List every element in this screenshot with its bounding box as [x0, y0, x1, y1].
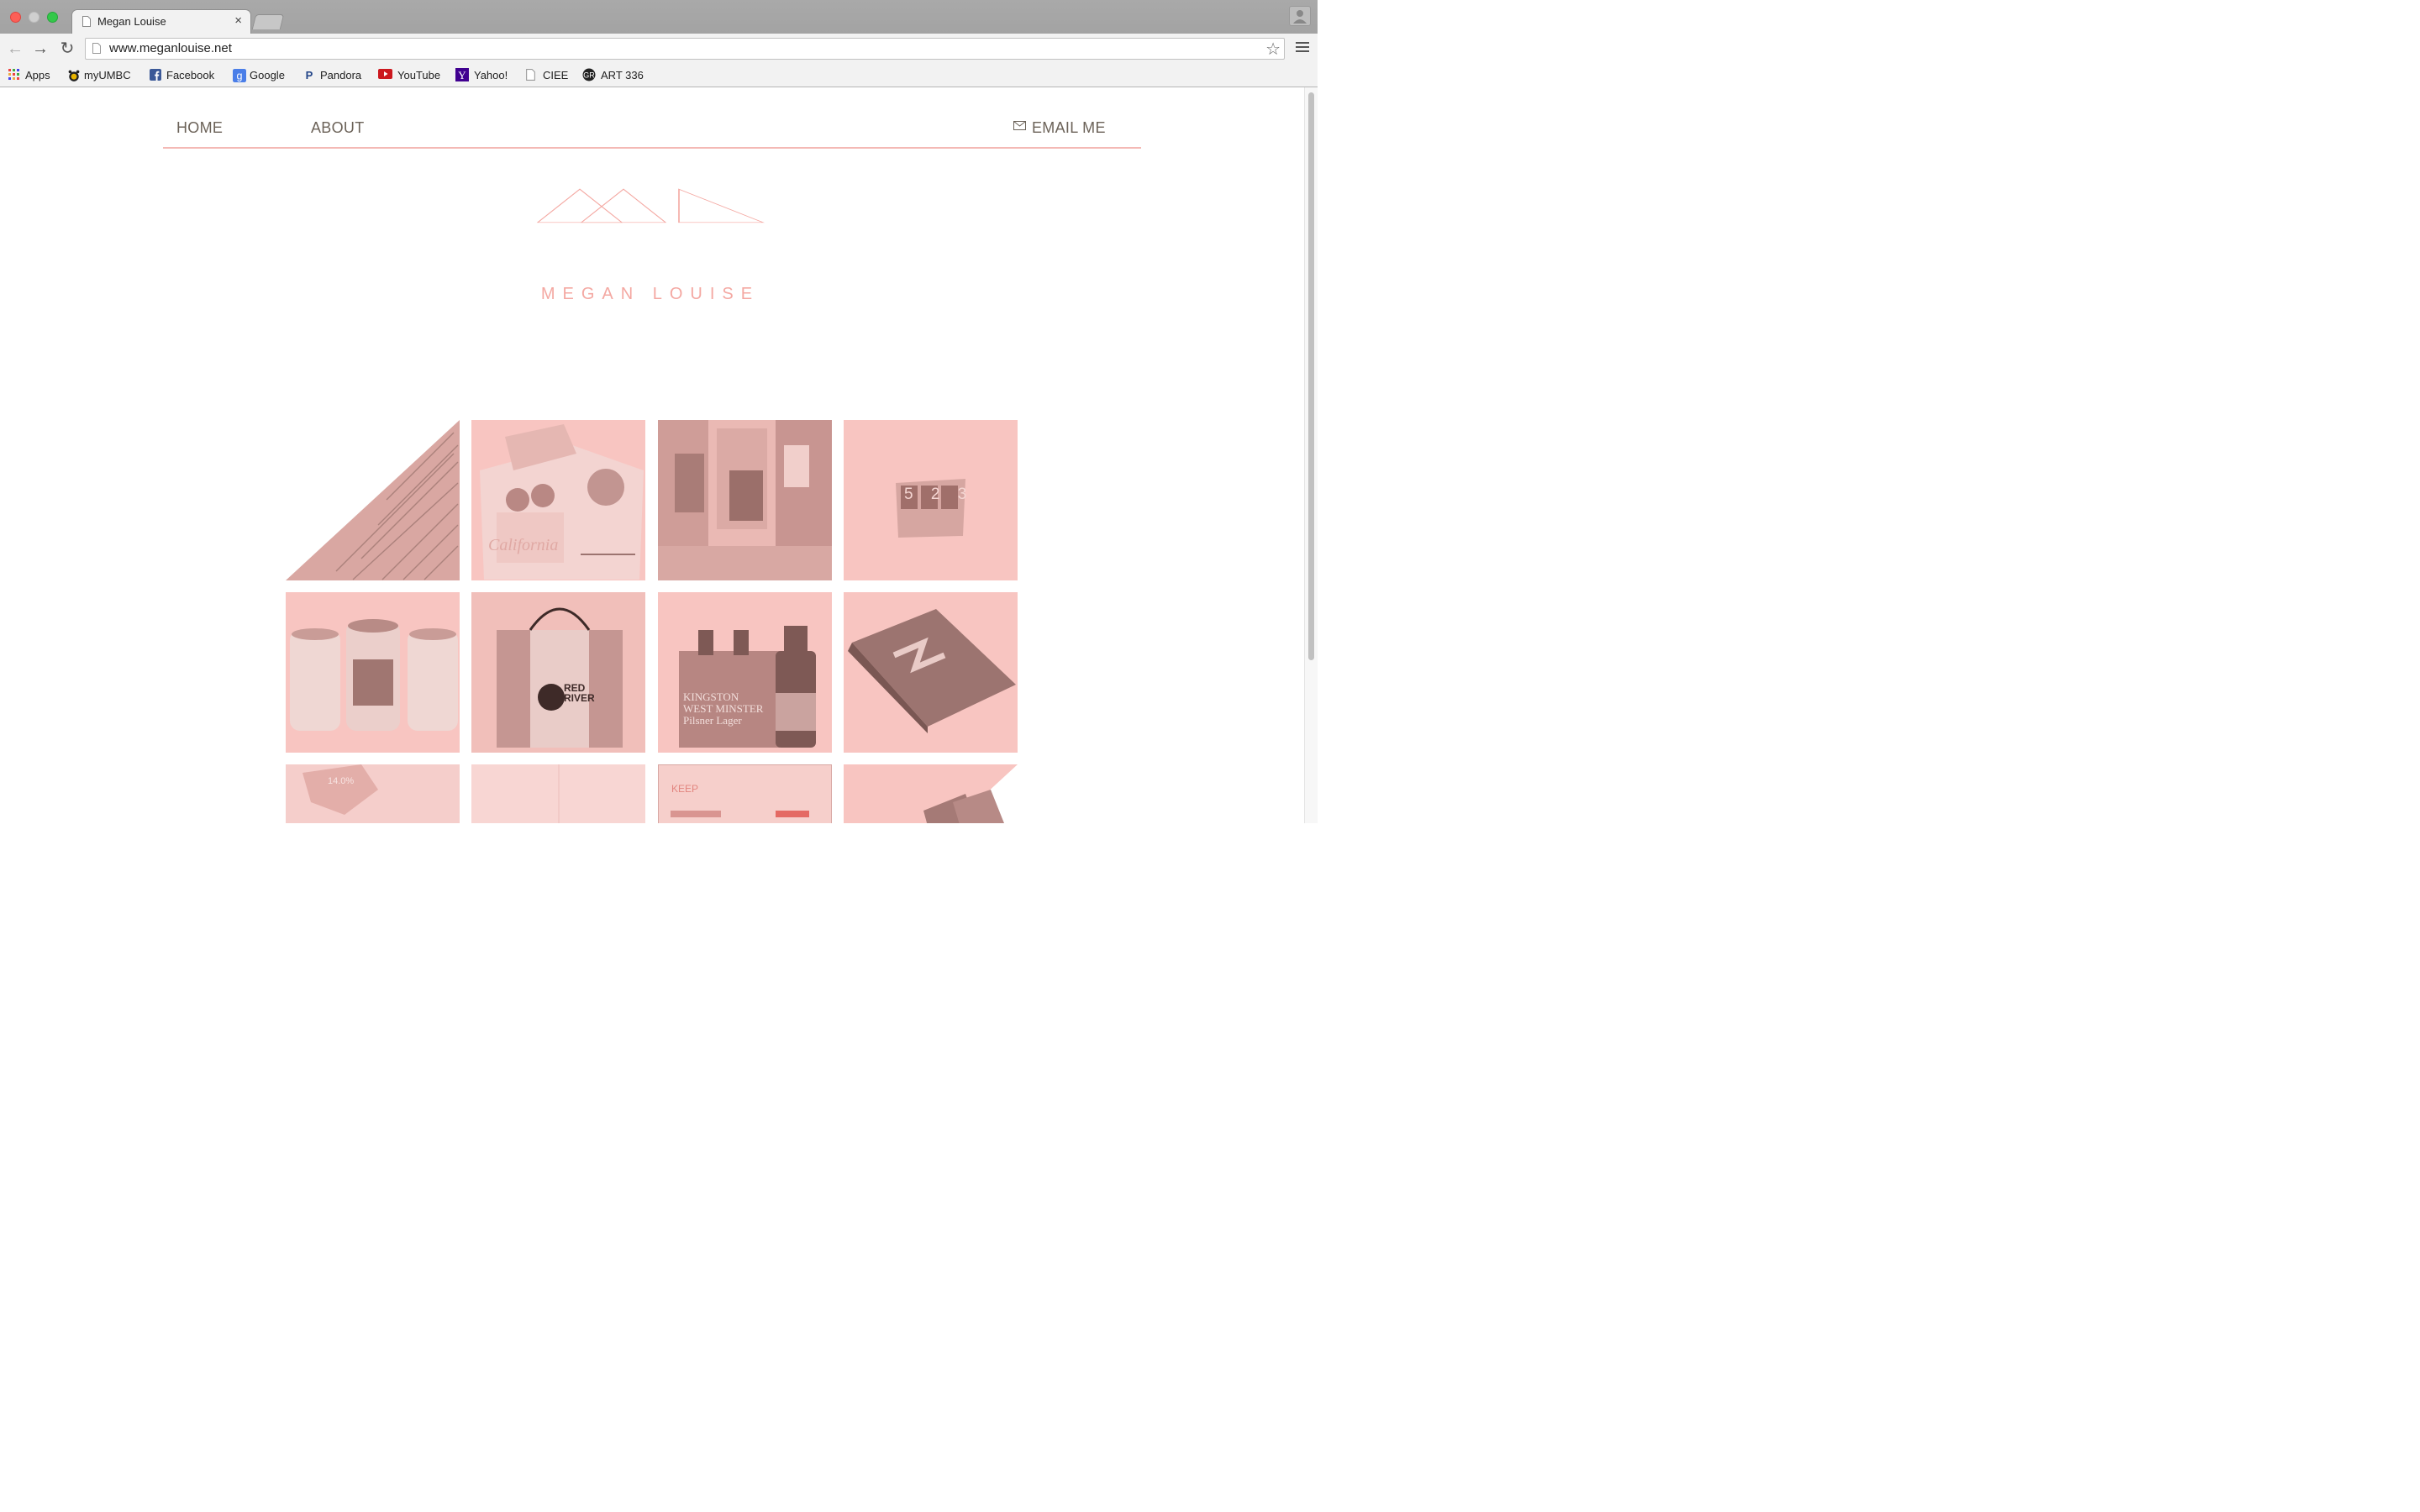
bookmark-label: Pandora [320, 68, 362, 81]
tile-label: California [488, 536, 559, 554]
nav-home-link[interactable]: HOME [176, 119, 223, 137]
nav-email-link[interactable]: EMAIL ME [1013, 119, 1106, 137]
tab-title: Megan Louise [97, 15, 166, 28]
bookmark-label: ART 336 [601, 68, 644, 81]
bookmark-label: Apps [25, 68, 50, 81]
tab-megan-louise[interactable]: Megan Louise × [72, 10, 250, 34]
apps-grid-icon [8, 69, 20, 81]
bookmark-myumbc[interactable]: myUMBC [67, 67, 131, 82]
bookmark-label: YouTube [397, 68, 441, 81]
bookmark-ciee[interactable]: CIEE [526, 67, 568, 82]
mail-icon [1013, 121, 1026, 130]
portfolio-tile-infographic[interactable]: 14.0% [286, 764, 460, 823]
forward-button[interactable]: → [30, 39, 50, 59]
window-minimize-button[interactable] [29, 12, 39, 23]
portfolio-tile-beer[interactable]: KINGSTON WEST MINSTER Pilsner Lager [658, 592, 832, 753]
megan-louise-logo[interactable] [536, 188, 765, 276]
address-bar[interactable]: www.meganlouise.net ☆ [85, 38, 1285, 60]
google-icon: g [233, 69, 246, 82]
tile-label: KEEP [671, 783, 699, 795]
svg-text:GR: GR [583, 71, 595, 80]
portfolio-tile-magazine[interactable]: California [471, 420, 645, 580]
profile-icon[interactable] [1289, 6, 1311, 26]
bookmark-label: Google [250, 68, 285, 81]
reload-button[interactable]: ↻ [57, 39, 77, 59]
bookmark-apps[interactable]: Apps [8, 67, 50, 82]
bookmark-youtube[interactable]: YouTube [378, 67, 440, 82]
bookmark-facebook[interactable]: Facebook [150, 67, 214, 82]
svg-text:g: g [237, 71, 243, 82]
portfolio-tile-times-square[interactable] [658, 420, 832, 580]
portfolio-tile-photo-cards[interactable] [844, 764, 1018, 823]
svg-text:P: P [306, 69, 313, 81]
url-text[interactable]: www.meganlouise.net [109, 41, 232, 55]
new-tab-button[interactable] [251, 14, 285, 29]
nav-about-link[interactable]: ABOUT [311, 119, 365, 137]
svg-text:Y: Y [458, 69, 466, 81]
pandora-icon: P [303, 69, 315, 81]
scrollbar-thumb[interactable] [1308, 92, 1314, 660]
browser-tab-bar: Megan Louise × [0, 0, 1318, 34]
bookmark-star-icon[interactable]: ☆ [1265, 39, 1281, 60]
page-icon [82, 16, 91, 27]
bookmark-label: CIEE [543, 68, 569, 81]
window-maximize-button[interactable] [47, 12, 58, 23]
site-navigation: HOME ABOUT EMAIL ME [163, 87, 1141, 149]
tile-label: RED RIVER [564, 682, 595, 704]
bookmark-pandora[interactable]: P Pandora [303, 67, 361, 82]
browser-toolbar: ← → ↻ www.meganlouise.net ☆ [0, 34, 1318, 64]
portfolio-tile-keep-website[interactable]: KEEP [658, 764, 832, 823]
portfolio-tile-red-river[interactable]: RED RIVER [471, 592, 645, 753]
bookmark-google[interactable]: g Google [233, 67, 285, 82]
close-tab-icon[interactable]: × [234, 13, 242, 28]
bookmark-yahoo[interactable]: Y Yahoo! [455, 67, 508, 82]
portfolio-tile-notebook[interactable] [844, 592, 1018, 753]
portfolio-tile-number-cube[interactable]: 5 2 3 [844, 420, 1018, 580]
art-icon: GR [582, 68, 596, 81]
portfolio-tile-tea-tins[interactable] [286, 592, 460, 753]
tile-label: 5 2 3 [904, 486, 974, 503]
page-scrollbar[interactable] [1304, 87, 1318, 823]
window-close-button[interactable] [10, 12, 21, 23]
tile-label: 14.0% [328, 776, 355, 786]
facebook-icon [150, 69, 161, 81]
paw-icon [67, 69, 80, 81]
menu-icon[interactable] [1296, 42, 1309, 55]
yahoo-icon: Y [455, 68, 469, 81]
nav-email-label: EMAIL ME [1032, 119, 1106, 136]
youtube-icon [378, 69, 392, 81]
bookmark-label: Yahoo! [474, 68, 508, 81]
tile-label: KINGSTON WEST MINSTER Pilsner Lager [683, 690, 764, 727]
back-button[interactable]: ← [5, 39, 25, 59]
bookmark-label: Facebook [166, 68, 215, 81]
logo-text: MEGAN LOUISE [540, 285, 760, 303]
page-icon [92, 43, 101, 54]
web-page: HOME ABOUT EMAIL ME MEGAN LOUISE Califor… [0, 87, 1304, 823]
bookmarks-bar: Apps myUMBC Facebook g Google P Pandora [0, 64, 1318, 87]
bookmark-label: myUMBC [84, 68, 131, 81]
portfolio-tile-blank-book[interactable] [471, 764, 645, 823]
page-icon [526, 69, 538, 81]
bookmark-art336[interactable]: GR ART 336 [582, 67, 644, 82]
portfolio-tile-dictionary[interactable] [286, 420, 460, 580]
